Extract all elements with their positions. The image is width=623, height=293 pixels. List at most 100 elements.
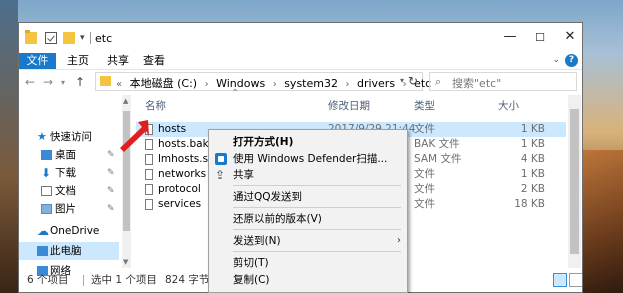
status-separator <box>83 275 84 286</box>
file-list-scroll-thumb[interactable] <box>570 109 579 254</box>
context-menu: 打开方式(H) 使用 Windows Defender扫描... ⇪ 共享 通过… <box>208 129 408 293</box>
breadcrumb: « 本地磁盘 (C:) › Windows › system32 › drive… <box>116 75 435 91</box>
file-icon <box>145 169 153 180</box>
search-icon: ⌕ <box>435 75 442 88</box>
back-arrow-icon[interactable]: ← <box>25 75 35 89</box>
new-folder-icon[interactable] <box>63 32 75 44</box>
tab-share[interactable]: 共享 <box>107 53 129 69</box>
file-type: 文件 <box>414 198 435 210</box>
sidebar-item-pictures[interactable]: 图片 ✎ <box>19 200 119 218</box>
menu-item-label: 通过QQ发送到 <box>233 191 303 203</box>
column-header-date[interactable]: 修改日期 <box>328 95 370 117</box>
pin-icon[interactable]: ✎ <box>107 146 115 164</box>
address-folder-icon <box>100 76 111 86</box>
file-size: 1 KB <box>520 138 545 150</box>
menu-item-send-via-qq[interactable]: 通过QQ发送到 <box>209 187 407 207</box>
quick-access-dropdown-icon[interactable]: ▾ <box>80 33 85 43</box>
pictures-icon <box>41 204 52 214</box>
address-dropdown-icon[interactable]: ▾ <box>400 76 404 85</box>
sidebar-item-this-pc[interactable]: 此电脑 <box>19 242 119 260</box>
search-box[interactable]: ⌕ 搜索"etc" <box>429 72 577 91</box>
download-icon: ⬇ <box>41 166 52 180</box>
sidebar-item-quick-access[interactable]: ★ 快速访问 <box>19 128 119 146</box>
properties-check-icon[interactable] <box>45 32 57 44</box>
annotation-arrow-icon <box>120 120 149 152</box>
defender-shield-icon <box>215 153 227 165</box>
column-header-type[interactable]: 类型 <box>414 95 435 117</box>
sidebar-item-label: 桌面 <box>55 149 76 161</box>
breadcrumb-item-system32[interactable]: system32 <box>284 77 338 90</box>
file-type: 文件 <box>414 168 435 180</box>
tab-view[interactable]: 查看 <box>143 53 165 69</box>
sidebar-item-network[interactable]: 网络 <box>19 262 119 277</box>
sidebar-item-documents[interactable]: 文档 ✎ <box>19 182 119 200</box>
menu-separator <box>233 185 401 186</box>
breadcrumb-item-drivers[interactable]: drivers <box>357 77 395 90</box>
file-icon <box>145 154 153 165</box>
details-view-button[interactable] <box>553 273 567 287</box>
menu-separator <box>233 251 401 252</box>
scroll-up-icon[interactable]: ▲ <box>123 97 128 105</box>
documents-icon <box>41 186 52 196</box>
breadcrumb-item-c-drive[interactable]: 本地磁盘 (C:) <box>130 77 197 90</box>
folder-icon <box>25 30 37 44</box>
maximize-button[interactable]: ☐ <box>526 31 554 44</box>
file-name: services <box>158 198 202 210</box>
column-header-name[interactable]: 名称 <box>145 95 166 117</box>
sidebar-item-label: 此电脑 <box>50 245 82 257</box>
file-type: BAK 文件 <box>414 138 460 150</box>
title-separator <box>90 32 91 44</box>
refresh-icon[interactable]: ↻ <box>408 74 418 88</box>
forward-arrow-icon[interactable]: → <box>43 75 53 89</box>
close-button[interactable]: ✕ <box>556 29 582 44</box>
breadcrumb-separator[interactable]: › <box>273 79 277 90</box>
desktop-icon <box>41 150 52 160</box>
menu-separator <box>233 207 401 208</box>
window-title: etc <box>95 32 113 45</box>
sidebar-item-desktop[interactable]: 桌面 ✎ <box>19 146 119 164</box>
file-name: hosts <box>158 123 187 135</box>
file-icon <box>145 184 153 195</box>
address-row: ← → ▾ ↑ « 本地磁盘 (C:) › Windows › system32… <box>19 70 582 94</box>
breadcrumb-overflow[interactable]: « <box>116 79 122 90</box>
tab-home[interactable]: 主页 <box>67 53 89 69</box>
menu-item-restore-previous[interactable]: 还原以前的版本(V) <box>209 209 407 229</box>
search-input[interactable]: 搜索"etc" <box>452 75 501 91</box>
tab-file[interactable]: 文件 <box>19 53 56 69</box>
file-size: 1 KB <box>520 168 545 180</box>
pin-icon[interactable]: ✎ <box>107 182 115 200</box>
menu-item-label: 共享 <box>233 169 254 181</box>
file-name: networks <box>158 168 207 180</box>
sidebar-item-downloads[interactable]: ⬇ 下载 ✎ <box>19 164 119 182</box>
scroll-down-icon[interactable]: ▼ <box>123 258 128 266</box>
help-button[interactable]: ? <box>565 54 578 67</box>
sidebar-item-onedrive[interactable]: ☁ OneDrive <box>19 222 119 240</box>
menu-item-share[interactable]: ⇪ 共享 <box>209 165 407 185</box>
breadcrumb-item-windows[interactable]: Windows <box>216 77 265 90</box>
file-size: 4 KB <box>520 153 545 165</box>
breadcrumb-separator[interactable]: › <box>345 79 349 90</box>
onedrive-icon: ☁ <box>37 224 49 238</box>
file-icon <box>145 199 153 210</box>
file-name: protocol <box>158 183 201 195</box>
minimize-button[interactable]: — <box>496 29 524 44</box>
up-arrow-icon[interactable]: ↑ <box>75 75 85 89</box>
menu-separator <box>233 229 401 230</box>
file-size: 18 KB <box>514 198 545 210</box>
tiles-view-button[interactable] <box>569 273 582 287</box>
breadcrumb-separator[interactable]: › <box>205 79 209 90</box>
column-header-size[interactable]: 大小 <box>498 95 519 117</box>
pin-icon[interactable]: ✎ <box>107 164 115 182</box>
file-list-scrollbar[interactable] <box>568 95 581 268</box>
menu-item-label: 还原以前的版本(V) <box>233 213 322 225</box>
file-name: hosts.bak <box>158 138 209 150</box>
file-type: 文件 <box>414 123 435 135</box>
menu-item-send-to[interactable]: 发送到(N) › <box>209 231 407 251</box>
address-bar[interactable]: « 本地磁盘 (C:) › Windows › system32 › drive… <box>95 72 431 91</box>
menu-item-copy[interactable]: 复制(C) <box>209 270 407 290</box>
recent-locations-dropdown-icon[interactable]: ▾ <box>61 78 65 87</box>
navigation-pane: ★ 快速访问 桌面 ✎ ⬇ 下载 ✎ 文档 ✎ 图片 ✎ ☁ OneDrive <box>19 95 131 277</box>
ribbon-expand-icon[interactable]: ⌄ <box>552 55 560 65</box>
pin-icon[interactable]: ✎ <box>107 200 115 218</box>
status-item-count: 6 个项目 <box>27 274 69 286</box>
